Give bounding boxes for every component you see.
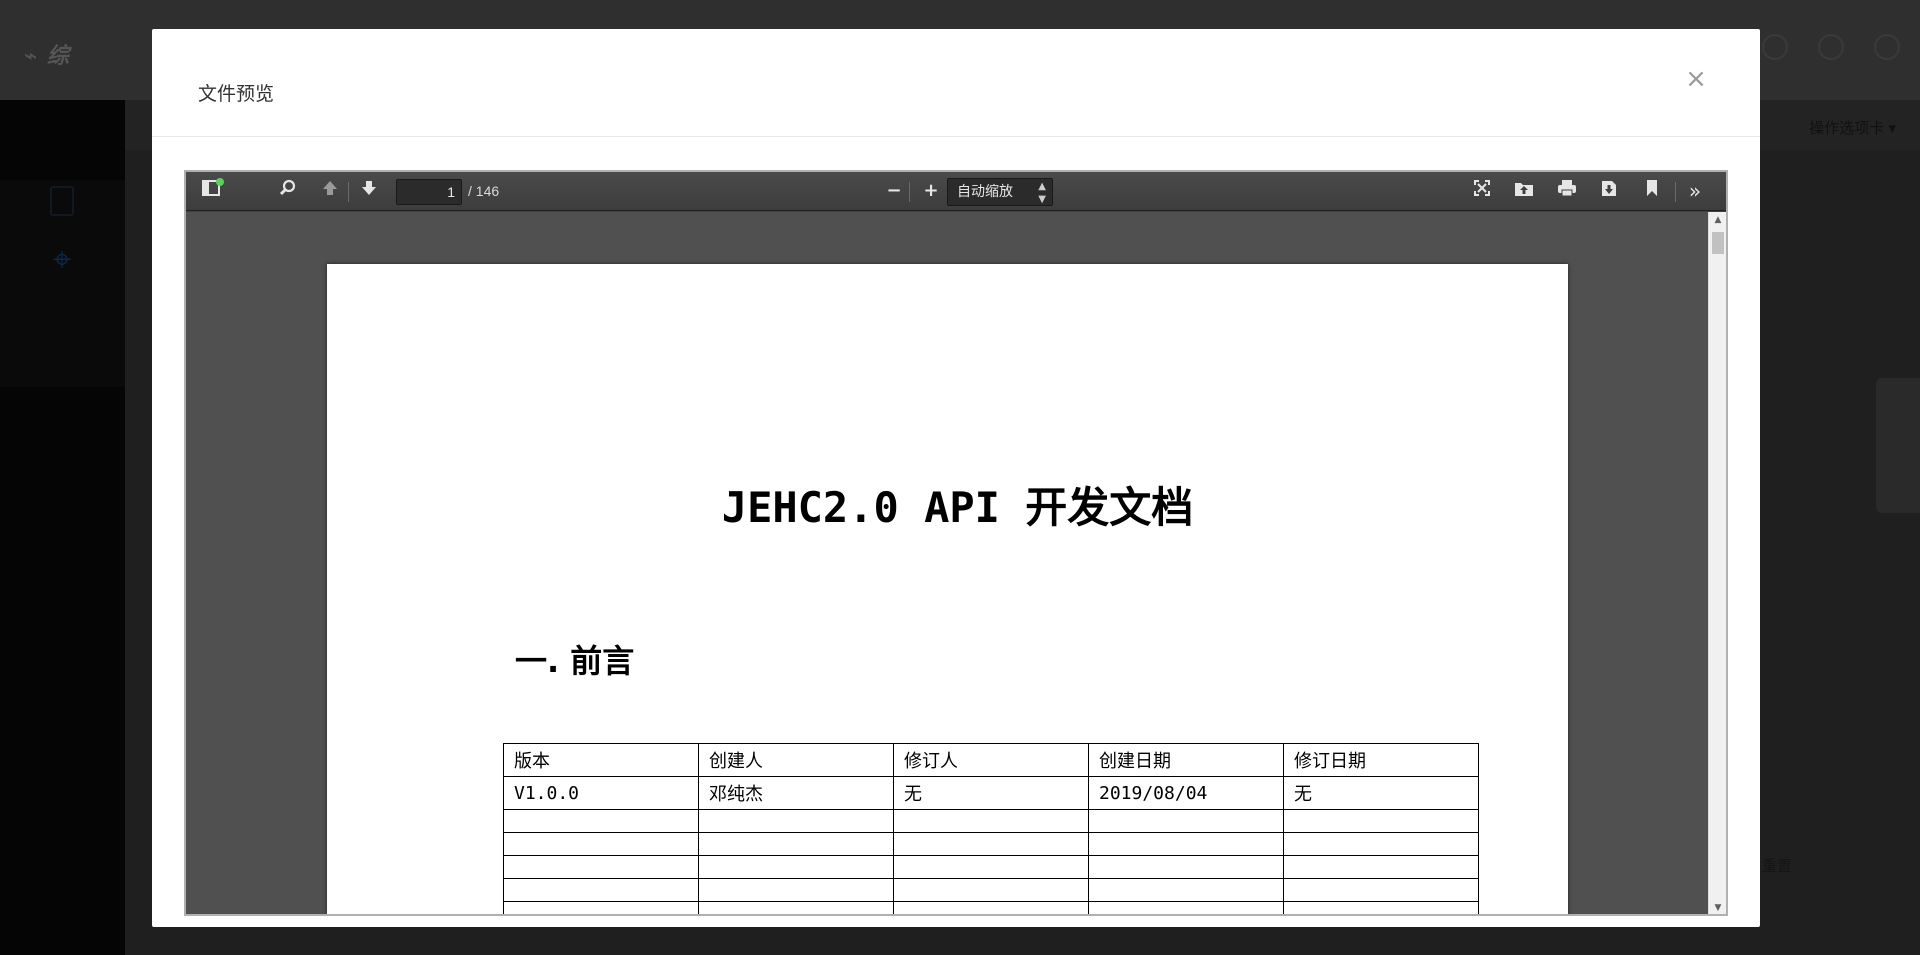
table-cell [893, 855, 1089, 879]
table-row [503, 809, 1479, 833]
table-row [503, 901, 1479, 914]
close-icon[interactable]: × [1682, 65, 1710, 93]
table-header-cell: 创建人 [698, 743, 894, 777]
toolbar-separator [909, 182, 910, 202]
table-header-cell: 修订人 [893, 743, 1089, 777]
zoom-in-icon[interactable]: + [918, 179, 944, 203]
table-cell [1088, 901, 1284, 914]
table-row [503, 832, 1479, 856]
pdf-page: JEHC2.0 API 开发文档 一. 前言 版本 创建人 修订人 创建日期 修… [327, 264, 1568, 914]
table-cell [503, 878, 699, 902]
modal-title: 文件预览 [198, 83, 275, 105]
pdf-viewer: / 146 − + 自动缩放 ▲▼ » [184, 170, 1728, 916]
app-logo: ⌁ 综 [24, 44, 70, 69]
table-cell [698, 855, 894, 879]
bookmark-icon[interactable] [1639, 179, 1665, 203]
scrollbar-thumb[interactable] [1712, 232, 1724, 254]
select-arrows-icon: ▲ ▼ [1038, 181, 1046, 205]
revision-table: 版本 创建人 修订人 创建日期 修订日期 V1.0.0 邓纯杰 无 2019/0… [503, 743, 1479, 914]
previous-page-icon[interactable] [317, 179, 343, 203]
section-heading: 一. 前言 [515, 642, 635, 680]
mobile-icon [50, 186, 74, 216]
table-cell [503, 901, 699, 914]
download-icon[interactable] [1596, 179, 1622, 203]
table-row [503, 878, 1479, 902]
table-cell [893, 901, 1089, 914]
toolbar-separator [348, 182, 349, 202]
table-cell [1088, 809, 1284, 833]
modal-header: 文件预览 × [152, 29, 1760, 137]
next-page-icon[interactable] [356, 179, 382, 203]
table-cell [1088, 878, 1284, 902]
notification-dot [216, 178, 224, 186]
pdf-toolbar: / 146 − + 自动缩放 ▲▼ » [186, 172, 1726, 211]
search-icon[interactable] [275, 179, 301, 203]
toolbar-separator [1675, 182, 1676, 202]
table-cell [1283, 901, 1479, 914]
tools-menu-icon[interactable]: » [1682, 179, 1708, 203]
scroll-up-arrow-icon[interactable]: ▲ [1709, 212, 1726, 228]
table-cell [698, 809, 894, 833]
table-cell: 2019/08/04 [1088, 776, 1284, 810]
table-cell [503, 809, 699, 833]
header-icons [1762, 34, 1900, 60]
table-header-row: 版本 创建人 修订人 创建日期 修订日期 [503, 743, 1479, 777]
table-cell [698, 832, 894, 856]
presentation-mode-icon[interactable] [1469, 179, 1495, 203]
pdf-page-area[interactable]: JEHC2.0 API 开发文档 一. 前言 版本 创建人 修订人 创建日期 修… [186, 212, 1726, 914]
crosshair-icon: ⌖ [52, 240, 72, 278]
message-icon [1818, 34, 1844, 60]
page-total: / 146 [468, 183, 500, 199]
table-header-cell: 版本 [503, 743, 699, 777]
zoom-select-value: 自动缩放 [957, 184, 1013, 200]
table-cell [503, 832, 699, 856]
table-cell [1283, 878, 1479, 902]
scroll-down-arrow-icon[interactable]: ▼ [1709, 900, 1726, 914]
zoom-out-icon[interactable]: − [881, 179, 907, 203]
table-row [503, 855, 1479, 879]
tabs-menu: 操作选项卡 ▾ [1809, 120, 1896, 137]
table-cell [1088, 855, 1284, 879]
table-cell [1283, 855, 1479, 879]
table-header-cell: 创建日期 [1088, 743, 1284, 777]
open-file-icon[interactable] [1511, 179, 1537, 203]
table-cell [503, 855, 699, 879]
zoom-select[interactable]: 自动缩放 ▲ ▼ [947, 178, 1053, 206]
avatar [1762, 34, 1788, 60]
right-toolbox [1876, 378, 1920, 513]
table-cell: 无 [893, 776, 1089, 810]
table-cell [893, 832, 1089, 856]
table-cell: V1.0.0 [503, 776, 699, 810]
vertical-scrollbar[interactable]: ▲ ▼ [1708, 212, 1726, 914]
table-cell [698, 901, 894, 914]
file-preview-modal: 文件预览 × / 146 − + 自动缩放 [152, 29, 1760, 927]
table-cell [1088, 832, 1284, 856]
document-title: JEHC2.0 API 开发文档 [721, 483, 1194, 532]
page-number-input[interactable] [396, 179, 462, 205]
table-header-cell: 修订日期 [1283, 743, 1479, 777]
table-cell [1283, 809, 1479, 833]
print-icon[interactable] [1554, 179, 1580, 203]
apps-grid-icon [1874, 34, 1900, 60]
table-cell [893, 878, 1089, 902]
table-row: V1.0.0 邓纯杰 无 2019/08/04 无 [503, 776, 1479, 810]
table-cell [698, 878, 894, 902]
reset-button: 重置 [1762, 858, 1793, 875]
app-sidebar: ⌖ [0, 100, 125, 955]
table-cell: 邓纯杰 [698, 776, 894, 810]
table-cell: 无 [1283, 776, 1479, 810]
table-cell [893, 809, 1089, 833]
table-cell [1283, 832, 1479, 856]
